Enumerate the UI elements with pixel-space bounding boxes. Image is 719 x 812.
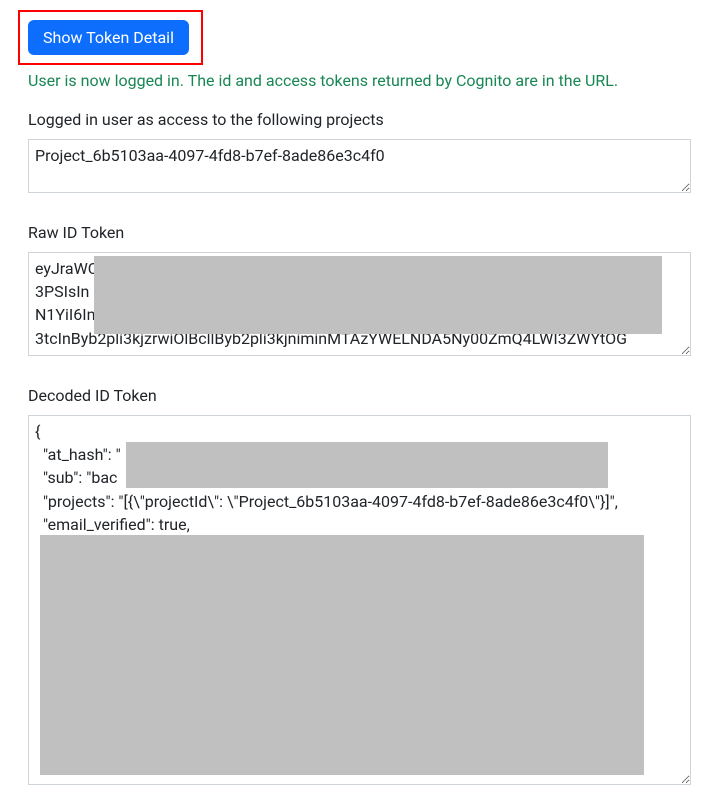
show-token-detail-button[interactable]: Show Token Detail (28, 20, 189, 55)
raw-id-token-field-wrap (28, 252, 691, 360)
raw-id-token-textarea[interactable] (28, 252, 691, 356)
projects-label: Logged in user as access to the followin… (28, 110, 691, 129)
decoded-id-token-textarea[interactable] (28, 415, 691, 785)
projects-field-wrap (28, 139, 691, 197)
projects-textarea[interactable] (28, 139, 691, 193)
login-status-message: User is now logged in. The id and access… (28, 71, 691, 90)
raw-id-token-label: Raw ID Token (28, 223, 691, 242)
decoded-id-token-label: Decoded ID Token (28, 386, 691, 405)
highlight-annotation: Show Token Detail (18, 10, 203, 65)
decoded-id-token-field-wrap (28, 415, 691, 789)
